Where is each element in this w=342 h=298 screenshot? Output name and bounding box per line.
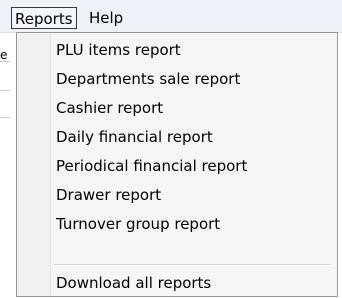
menu-item-download-all-reports[interactable]: Download all reports <box>19 269 335 297</box>
background-divider <box>0 90 10 91</box>
menu-item-label: PLU items report <box>56 41 181 59</box>
background-window-edge <box>0 33 4 298</box>
background-text-fragment: e <box>0 48 8 62</box>
background-divider <box>0 117 10 118</box>
menu-item-label: Periodical financial report <box>56 157 248 175</box>
menu-item-daily-financial-report[interactable]: Daily financial report <box>19 123 335 151</box>
menu-item-plu-items-report[interactable]: PLU items report <box>19 36 335 64</box>
application-screen: e Reports Help PLU items report Departme… <box>0 0 342 298</box>
menu-item-label: Departments sale report <box>56 70 241 88</box>
menu-item-label: Drawer report <box>56 186 162 204</box>
menu-item-label: Download all reports <box>56 274 212 292</box>
reports-dropdown-menu: PLU items report Departments sale report… <box>16 32 338 297</box>
menu-bar: Reports Help <box>0 0 342 33</box>
menu-separator-highlight <box>54 265 331 266</box>
menu-item-departments-sale-report[interactable]: Departments sale report <box>19 65 335 93</box>
menu-item-turnover-group-report[interactable]: Turnover group report <box>19 210 335 238</box>
menu-item-label: Turnover group report <box>56 215 221 233</box>
menu-item-label: Daily financial report <box>56 128 213 146</box>
menu-item-periodical-financial-report[interactable]: Periodical financial report <box>19 152 335 180</box>
menu-reports[interactable]: Reports <box>11 7 77 29</box>
menu-item-drawer-report[interactable]: Drawer report <box>19 181 335 209</box>
menu-help[interactable]: Help <box>86 7 126 29</box>
menu-item-label: Cashier report <box>56 99 164 117</box>
menu-item-cashier-report[interactable]: Cashier report <box>19 94 335 122</box>
